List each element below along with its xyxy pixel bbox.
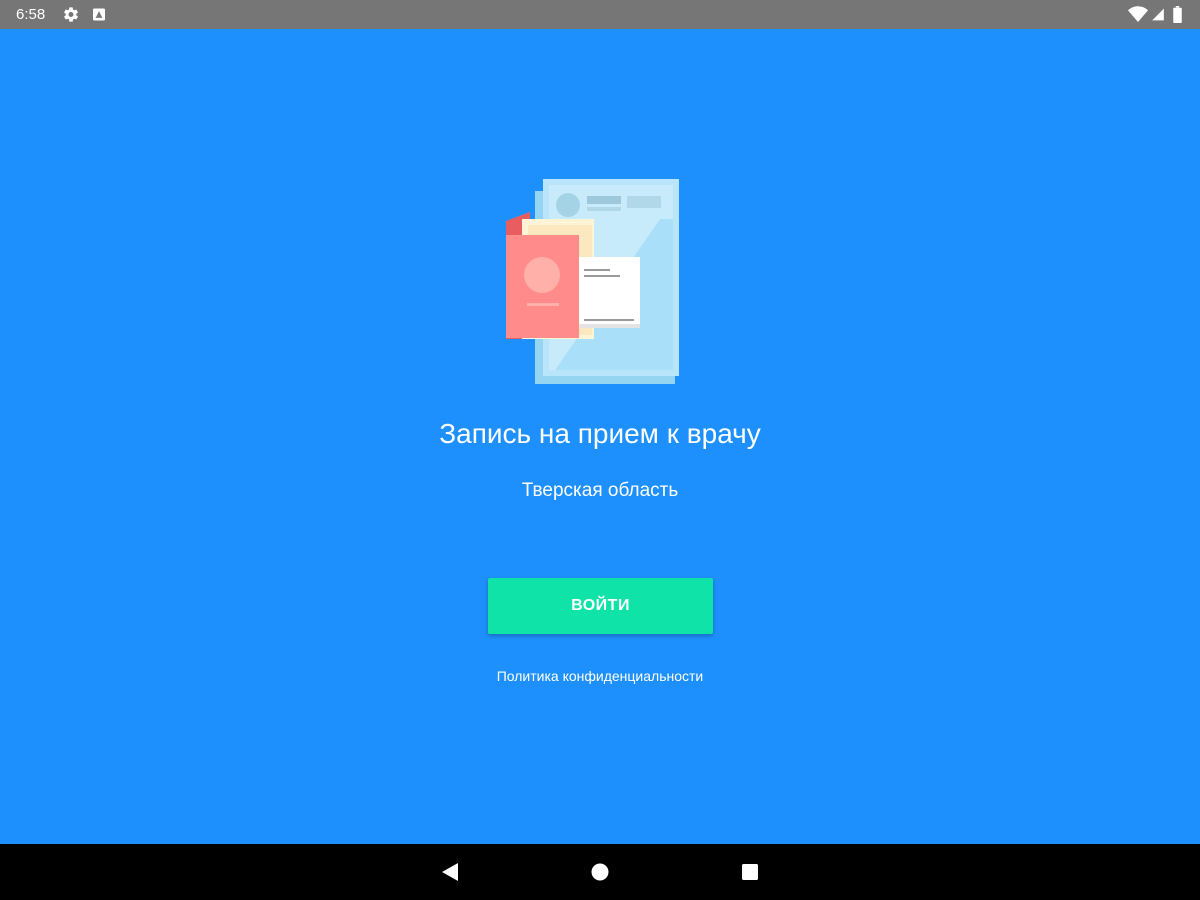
status-time: 6:58 — [16, 6, 46, 23]
region-label: Тверская область — [521, 480, 679, 501]
recents-button[interactable] — [736, 858, 764, 886]
battery-icon — [1173, 6, 1182, 23]
documents-illustration — [506, 179, 679, 384]
signal-icon — [1152, 8, 1164, 21]
wifi-icon — [1128, 6, 1148, 22]
back-button[interactable] — [436, 858, 464, 886]
app-title: Запись на прием к врачу — [439, 418, 761, 449]
login-button[interactable]: ВОЙТИ — [488, 578, 713, 634]
status-bar: 6:58 — [0, 0, 1200, 29]
home-button[interactable] — [586, 858, 614, 886]
back-icon — [442, 863, 458, 881]
main-screen: Запись на прием к врачу Тверская область… — [0, 29, 1200, 844]
recents-icon — [742, 864, 758, 880]
home-icon — [591, 863, 609, 881]
privacy-policy-link[interactable]: Политика конфиденциальности — [0, 667, 1200, 685]
notification-icon — [93, 8, 105, 21]
gear-icon — [64, 7, 78, 22]
navigation-bar — [0, 844, 1200, 900]
